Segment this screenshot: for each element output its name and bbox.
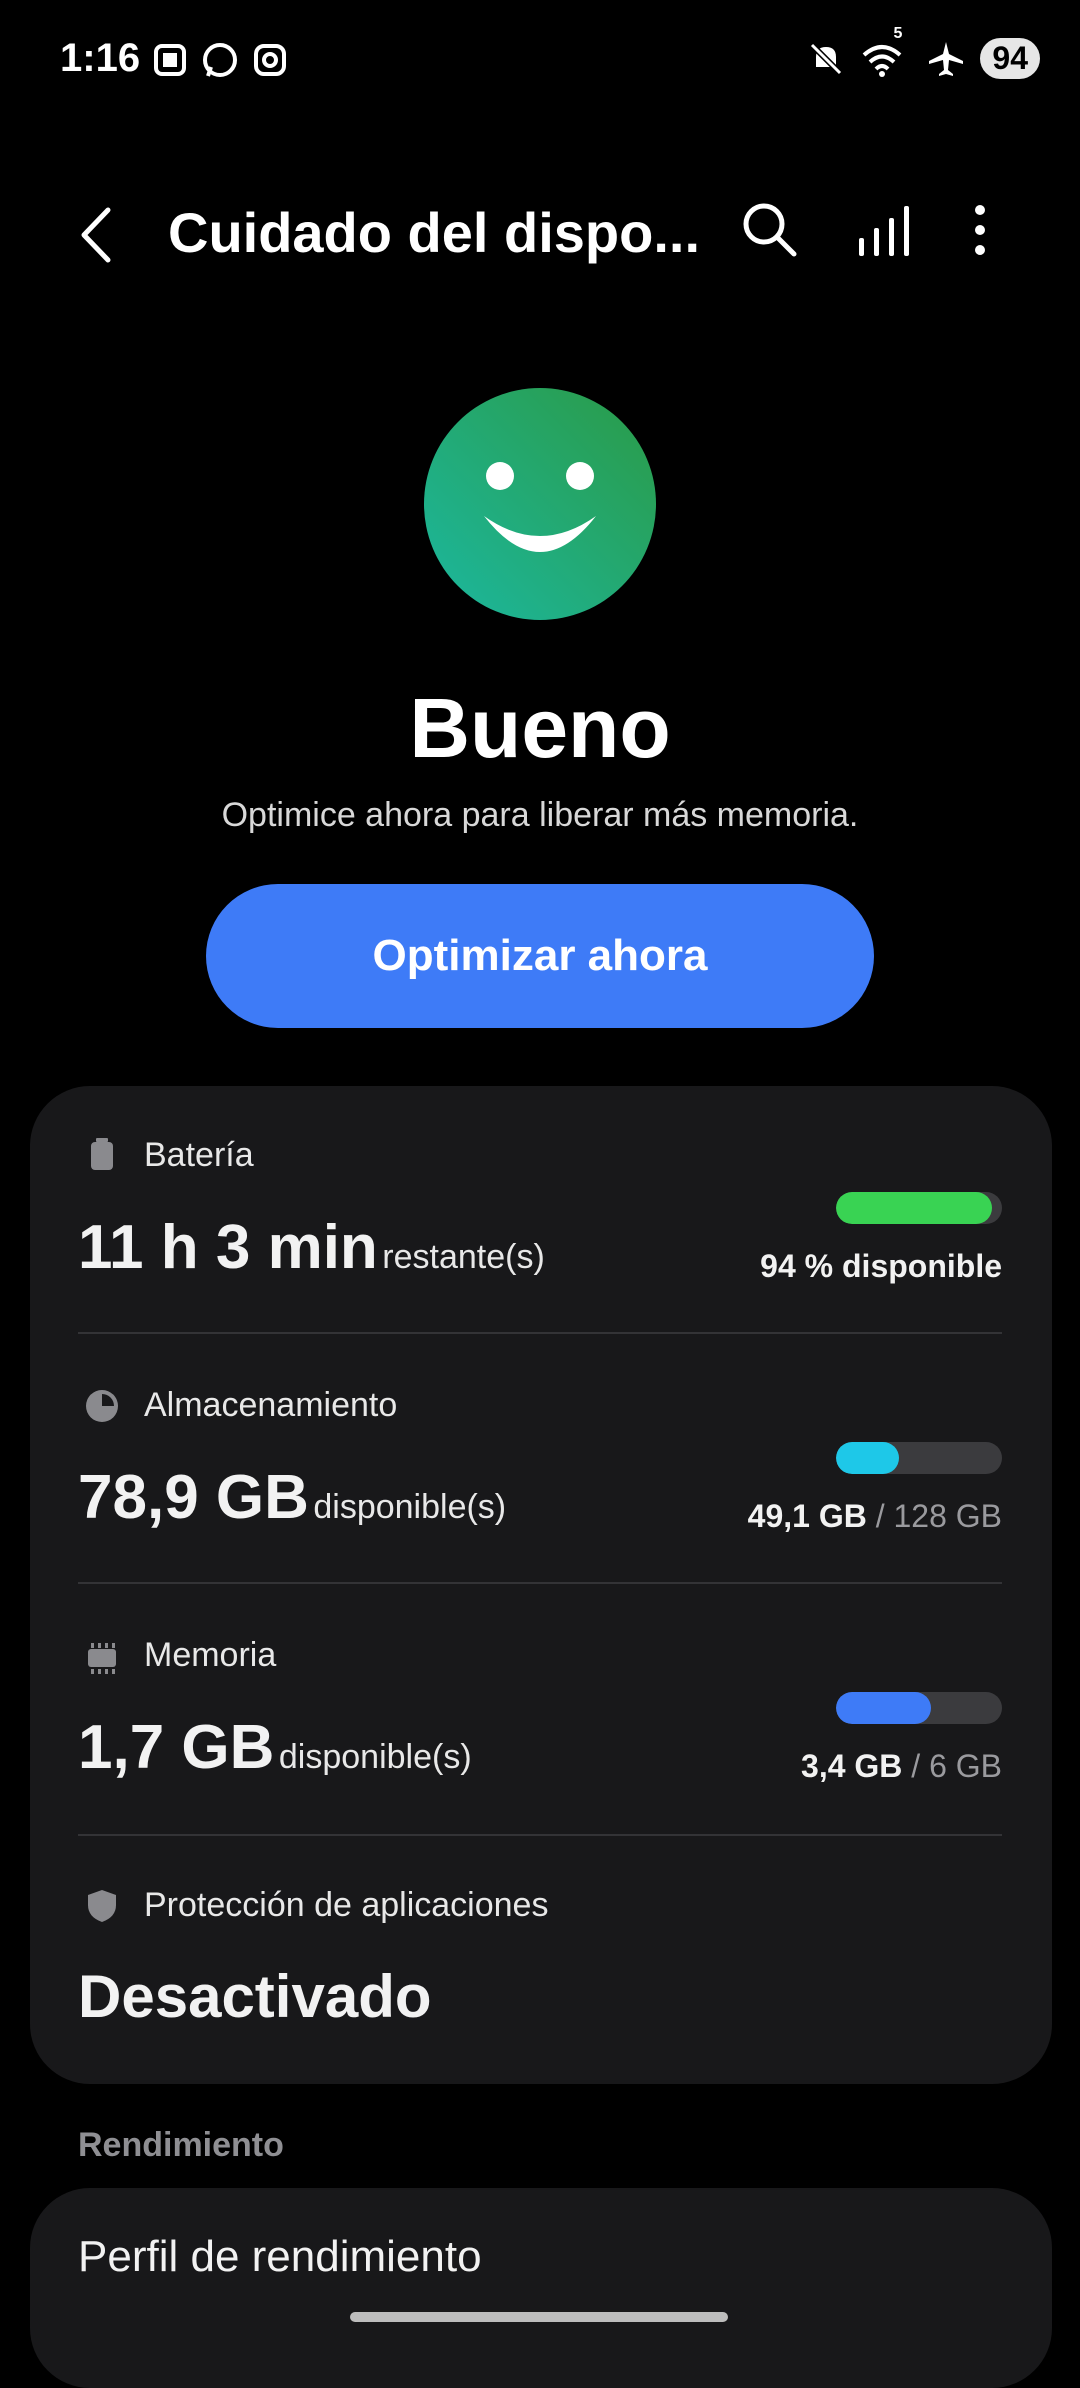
instagram-icon <box>254 44 286 76</box>
more-options-icon[interactable] <box>955 200 1005 260</box>
optimize-now-button[interactable]: Optimizar ahora <box>206 884 874 1028</box>
status-icons-right: 5 94 <box>806 25 1040 79</box>
divider <box>78 1834 1002 1836</box>
memory-chip-icon <box>88 1643 116 1674</box>
back-button[interactable] <box>70 200 130 270</box>
chart-icon[interactable] <box>855 200 915 260</box>
battery-icon <box>91 1138 113 1170</box>
memory-bar <box>836 1692 1002 1724</box>
storage-label: Almacenamiento <box>144 1386 398 1424</box>
performance-profile-item[interactable] <box>30 2188 1052 2388</box>
battery-label: Batería <box>144 1136 254 1174</box>
battery-available: 94 % disponible <box>760 1248 1002 1284</box>
mute-icon <box>809 42 842 75</box>
battery-bar <box>836 1192 1002 1224</box>
storage-total: / 128 GB <box>875 1498 1002 1534</box>
app-protection-row[interactable] <box>30 1838 1052 2084</box>
storage-used: 49,1 GB <box>747 1498 867 1534</box>
page-title: Cuidado del dispo... <box>168 201 700 264</box>
screenshot-icon <box>154 44 186 76</box>
storage-bar <box>836 1442 1002 1474</box>
status-icons-left <box>150 40 290 80</box>
status-description: Optimice ahora para liberar más memoria. <box>221 796 859 834</box>
storage-bar-fill <box>836 1442 900 1474</box>
whatsapp-icon <box>203 43 237 77</box>
app-protection-label: Protección de aplicaciones <box>144 1886 549 1924</box>
memory-label: Memoria <box>144 1636 277 1674</box>
battery-unit: restante(s) <box>382 1238 545 1276</box>
performance-profile-label: Perfil de rendimiento <box>78 2232 482 2281</box>
wifi-icon <box>862 44 901 77</box>
memory-free-value: 1,7 GB <box>78 1713 275 1782</box>
shield-icon <box>88 1890 116 1922</box>
search-icon[interactable] <box>740 200 800 260</box>
pie-chart-icon <box>86 1390 118 1422</box>
device-status: Bueno <box>409 681 671 775</box>
battery-time-value: 11 h 3 min <box>78 1213 378 1282</box>
divider <box>78 1582 1002 1584</box>
memory-total: / 6 GB <box>911 1748 1002 1784</box>
status-smiley-icon <box>424 388 656 620</box>
divider <box>78 1332 1002 1334</box>
wifi-label: 5 <box>893 24 903 42</box>
storage-unit: disponible(s) <box>313 1488 507 1526</box>
memory-usage: 3,4 GB / 6 GB <box>801 1748 1002 1785</box>
battery-bar-fill <box>836 1192 993 1224</box>
memory-used: 3,4 GB <box>801 1748 903 1784</box>
status-time: 1:16 <box>60 36 141 80</box>
home-indicator[interactable] <box>350 2312 728 2322</box>
battery-value-line: 11 h 3 min restante(s) <box>78 1212 545 1283</box>
storage-value-line: 78,9 GB disponible(s) <box>78 1462 506 1533</box>
memory-bar-fill <box>836 1692 931 1724</box>
storage-free-value: 78,9 GB <box>78 1463 309 1532</box>
memory-unit: disponible(s) <box>278 1738 472 1776</box>
battery-indicator: 94 <box>980 38 1040 79</box>
memory-value-line: 1,7 GB disponible(s) <box>78 1712 472 1783</box>
airplane-icon <box>929 41 964 76</box>
app-protection-value: Desactivado <box>78 1963 432 2030</box>
storage-usage: 49,1 GB / 128 GB <box>748 1498 1002 1535</box>
performance-section-header: Rendimiento <box>78 2126 284 2164</box>
